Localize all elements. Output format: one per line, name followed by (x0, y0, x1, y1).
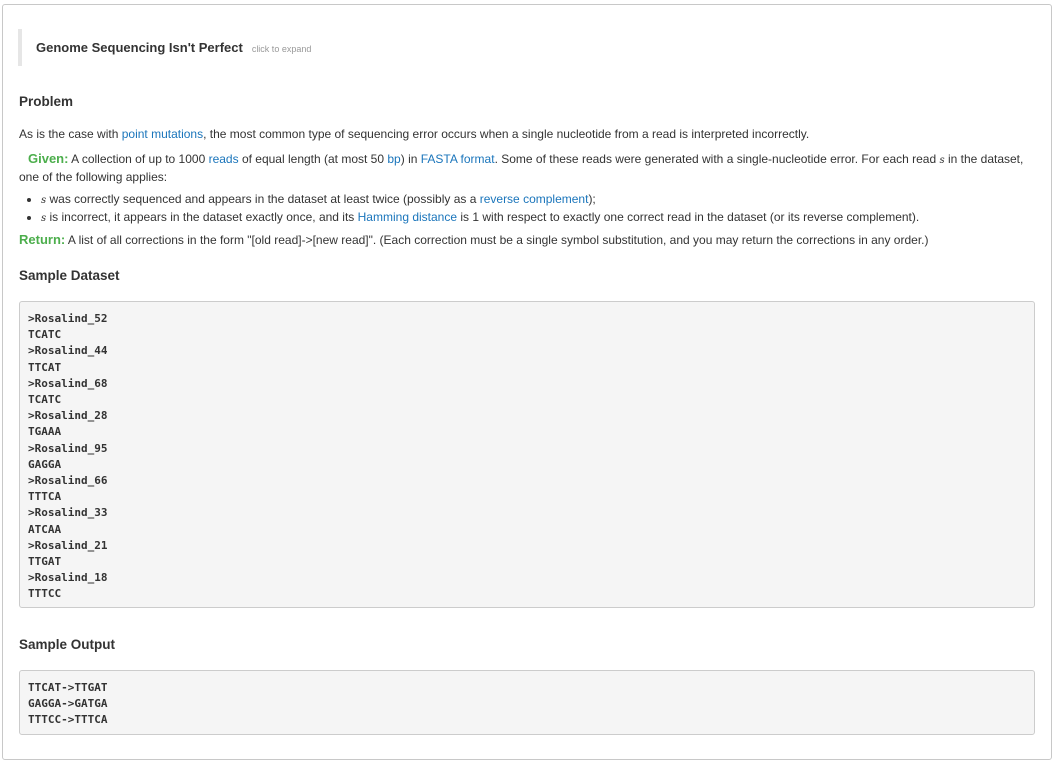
given-label: Given: (28, 151, 69, 166)
list-item: s was correctly sequenced and appears in… (41, 191, 1041, 209)
expand-hint[interactable]: click to expand (252, 44, 312, 54)
code-line: >Rosalind_18 (28, 571, 108, 585)
link-fasta-format[interactable]: FASTA format (421, 152, 495, 166)
code-line: ATCAA (28, 522, 62, 536)
code-line: >Rosalind_28 (28, 409, 108, 423)
link-hamming-distance[interactable]: Hamming distance (358, 210, 457, 224)
code-line: TCATC (28, 328, 62, 342)
intro-text-1: As is the case with (19, 127, 122, 141)
code-line: >Rosalind_44 (28, 344, 108, 358)
code-line: TTTCC->TTTCA (28, 713, 108, 727)
code-line: GAGGA->GATGA (28, 697, 108, 711)
code-line: >Rosalind_95 (28, 441, 108, 455)
code-line: >Rosalind_33 (28, 506, 108, 520)
code-line: TTGAT (28, 555, 62, 569)
link-reverse-complement[interactable]: reverse complement (480, 192, 589, 206)
given-text-3: ) in (400, 152, 421, 166)
list-item: s is incorrect, it appears in the datase… (41, 209, 1041, 227)
code-line: >Rosalind_66 (28, 474, 108, 488)
return-text: A list of all corrections in the form "[… (65, 233, 929, 247)
given-text-1: A collection of up to 1000 (68, 152, 209, 166)
collapsible-title[interactable]: Genome Sequencing Isn't Perfect click to… (18, 29, 1028, 66)
sample-output-code[interactable]: TTCAT->TTGAT GAGGA->GATGA TTTCC->TTTCA (19, 670, 1035, 735)
code-line: TTCAT->TTGAT (28, 681, 108, 694)
code-line: TTTCA (28, 490, 62, 504)
code-line: >Rosalind_68 (28, 376, 108, 390)
link-bp[interactable]: bp (387, 152, 400, 166)
given-text-4: . Some of these reads were generated wit… (494, 152, 940, 166)
cases-list: s was correctly sequenced and appears in… (19, 191, 1041, 227)
collapsible-title-text[interactable]: Genome Sequencing Isn't Perfect (36, 40, 243, 55)
sample-output-heading: Sample Output (19, 637, 116, 652)
code-line: >Rosalind_21 (28, 538, 108, 552)
link-point-mutations[interactable]: point mutations (122, 127, 203, 141)
sample-dataset-code[interactable]: >Rosalind_52 TCATC >Rosalind_44 TTCAT >Rosal… (19, 301, 1035, 608)
link-reads[interactable]: reads (209, 152, 239, 166)
sample-dataset-heading: Sample Dataset (19, 268, 120, 283)
code-line: >Rosalind_52 (28, 312, 108, 325)
code-line: TTCAT (28, 360, 62, 374)
code-line: TGAAA (28, 425, 62, 439)
case-text: is incorrect, it appears in the dataset … (46, 210, 358, 224)
case-text: is 1 with respect to exactly one correct… (457, 210, 920, 224)
code-line: GAGGA (28, 457, 62, 471)
case-text: was correctly sequenced and appears in t… (46, 192, 480, 206)
code-line: TTTCC (28, 587, 62, 601)
code-line: TCATC (28, 393, 62, 407)
given-text-2: of equal length (at most 50 (238, 152, 388, 166)
problem-intro: As is the case with point mutations, the… (19, 126, 1031, 143)
return-label: Return: (19, 232, 66, 247)
given-paragraph: Given: A collection of up to 1000 reads … (19, 150, 1031, 186)
return-paragraph: Return: A list of all corrections in the… (19, 231, 1031, 249)
case-text: ); (588, 192, 596, 206)
intro-text-2: , the most common type of sequencing err… (203, 127, 810, 141)
problem-heading: Problem (19, 94, 74, 109)
